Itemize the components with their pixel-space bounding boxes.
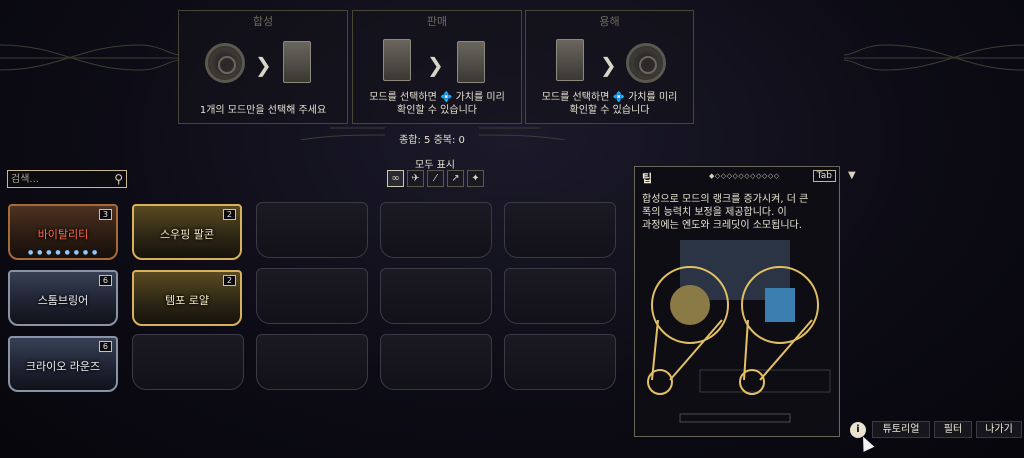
fusion-illustration xyxy=(647,240,831,423)
mod-card[interactable]: 2 템포 로얄 xyxy=(132,270,242,326)
pistol-icon[interactable]: ↗ xyxy=(447,170,464,187)
mod-card-icon xyxy=(556,39,584,81)
show-all-label[interactable]: 모두 표시 xyxy=(400,156,470,171)
mod-rank-badge: 3 xyxy=(98,209,112,220)
search-icon[interactable]: ⚲ xyxy=(114,172,123,186)
dissolve-title: 용해 xyxy=(599,15,620,28)
mod-rank-badge: 6 xyxy=(98,275,112,286)
infinity-icon[interactable]: ∞ xyxy=(387,170,404,187)
empty-mod-slot xyxy=(256,268,368,324)
mod-rank-badge: 2 xyxy=(222,275,236,286)
mod-rank-badge: 2 xyxy=(222,209,236,220)
mod-counts: 종합: 5 중복: 0 xyxy=(399,135,465,146)
sell-desc-line1: 모드를 선택하면 💠 가치를 미리 xyxy=(369,92,505,103)
dissolve-desc-line2: 확인할 수 있습니다 xyxy=(569,105,650,116)
mod-name: 템포 로얄 xyxy=(165,294,209,307)
tip-title: 팁 xyxy=(642,172,653,185)
tip-line: 과정에는 엔도와 크레딧이 소모됩니다. xyxy=(642,220,802,231)
mod-gear-icon xyxy=(205,43,245,83)
sell-desc-line2: 확인할 수 있습니다 xyxy=(397,105,477,116)
mod-rank-badge: 6 xyxy=(98,341,112,352)
mod-card[interactable]: 2 스우핑 팔콘 xyxy=(132,204,242,260)
chevron-right-icon: ❯ xyxy=(600,53,617,77)
tip-line: 폭의 능력치 보정을 제공합니다. 이 xyxy=(642,207,787,218)
tip-panel: 팁 ◆◇◇◇◇◇◇◇◇◇◇◇ Tab 합성으로 모드의 랭크를 증가시켜, 더 … xyxy=(634,166,840,437)
tip-line: 합성으로 모드의 랭크를 증가시켜, 더 큰 xyxy=(642,194,809,205)
exit-button[interactable]: 나가기 xyxy=(976,421,1022,438)
empty-mod-slot xyxy=(256,202,368,258)
mod-card[interactable]: 6 크라이오 라운즈 xyxy=(8,336,118,392)
empty-mod-slot xyxy=(132,334,244,390)
empty-mod-slot xyxy=(504,334,616,390)
fusion-desc-line1: 1개의 모드만을 선택해 주세요 xyxy=(199,105,327,116)
mod-name: 스우핑 팔콘 xyxy=(159,228,215,241)
sell-panel: 판매 ❯ 모드를 선택하면 💠 가치를 미리 확인할 수 있습니다 xyxy=(352,10,522,124)
tip-text: 합성으로 모드의 랭크를 증가시켜, 더 큰 폭의 능력치 보정을 제공합니다.… xyxy=(642,193,834,232)
chevron-right-icon: ❯ xyxy=(255,53,272,77)
tab-key-hint[interactable]: Tab xyxy=(812,170,836,182)
filter-button[interactable]: 필터 xyxy=(934,421,972,438)
tutorial-button[interactable]: 튜토리얼 xyxy=(872,421,930,438)
rank-dots: ● ● ● ● ● ● ● ● xyxy=(28,249,99,256)
rifle-icon[interactable]: ⁄ xyxy=(427,170,444,187)
empty-mod-slot xyxy=(504,202,616,258)
empty-mod-slot xyxy=(380,268,492,324)
fusion-desc: 1개의 모드만을 선택해 주세요 xyxy=(179,104,347,117)
endo-icon xyxy=(626,43,666,83)
mod-card[interactable]: 3 바이탈리티 ● ● ● ● ● ● ● ● xyxy=(8,204,118,260)
empty-mod-slot xyxy=(380,202,492,258)
sell-desc: 모드를 선택하면 💠 가치를 미리 확인할 수 있습니다 xyxy=(353,91,521,117)
chevron-right-icon: ❯ xyxy=(427,53,444,77)
dissolve-desc-line1: 모드를 선택하면 💠 가치를 미리 xyxy=(541,92,678,103)
empty-mod-slot xyxy=(256,334,368,390)
wings-icon[interactable]: ✈ xyxy=(407,170,424,187)
dissolve-panel: 용해 ❯ 모드를 선택하면 💠 가치를 미리 확인할 수 있습니다 xyxy=(525,10,694,124)
melee-icon[interactable]: ✦ xyxy=(467,170,484,187)
sell-title: 판매 xyxy=(426,15,448,28)
empty-mod-slot xyxy=(380,334,492,390)
search-box[interactable]: ⚲ xyxy=(7,170,127,188)
mod-type-filters: ∞ ✈ ⁄ ↗ ✦ xyxy=(387,170,484,187)
fusion-title: 합성 xyxy=(252,15,274,28)
rank-up-icon xyxy=(283,41,311,83)
dissolve-desc: 모드를 선택하면 💠 가치를 미리 확인할 수 있습니다 xyxy=(526,91,693,117)
mod-card[interactable]: 6 스톰브링어 xyxy=(8,270,118,326)
mod-name: 스톰브링어 xyxy=(37,294,89,307)
fusion-panel: 합성 ❯ 1개의 모드만을 선택해 주세요 xyxy=(178,10,348,124)
search-input[interactable] xyxy=(11,172,107,186)
credits-stack-icon xyxy=(457,41,485,83)
tip-pager[interactable]: ◆◇◇◇◇◇◇◇◇◇◇◇ xyxy=(709,172,780,180)
mod-name: 크라이오 라운즈 xyxy=(25,360,101,373)
empty-mod-slot xyxy=(504,268,616,324)
chevron-down-icon[interactable]: ▼ xyxy=(848,170,856,181)
mod-name: 바이탈리티 xyxy=(37,228,89,241)
mod-card-icon xyxy=(383,39,411,81)
